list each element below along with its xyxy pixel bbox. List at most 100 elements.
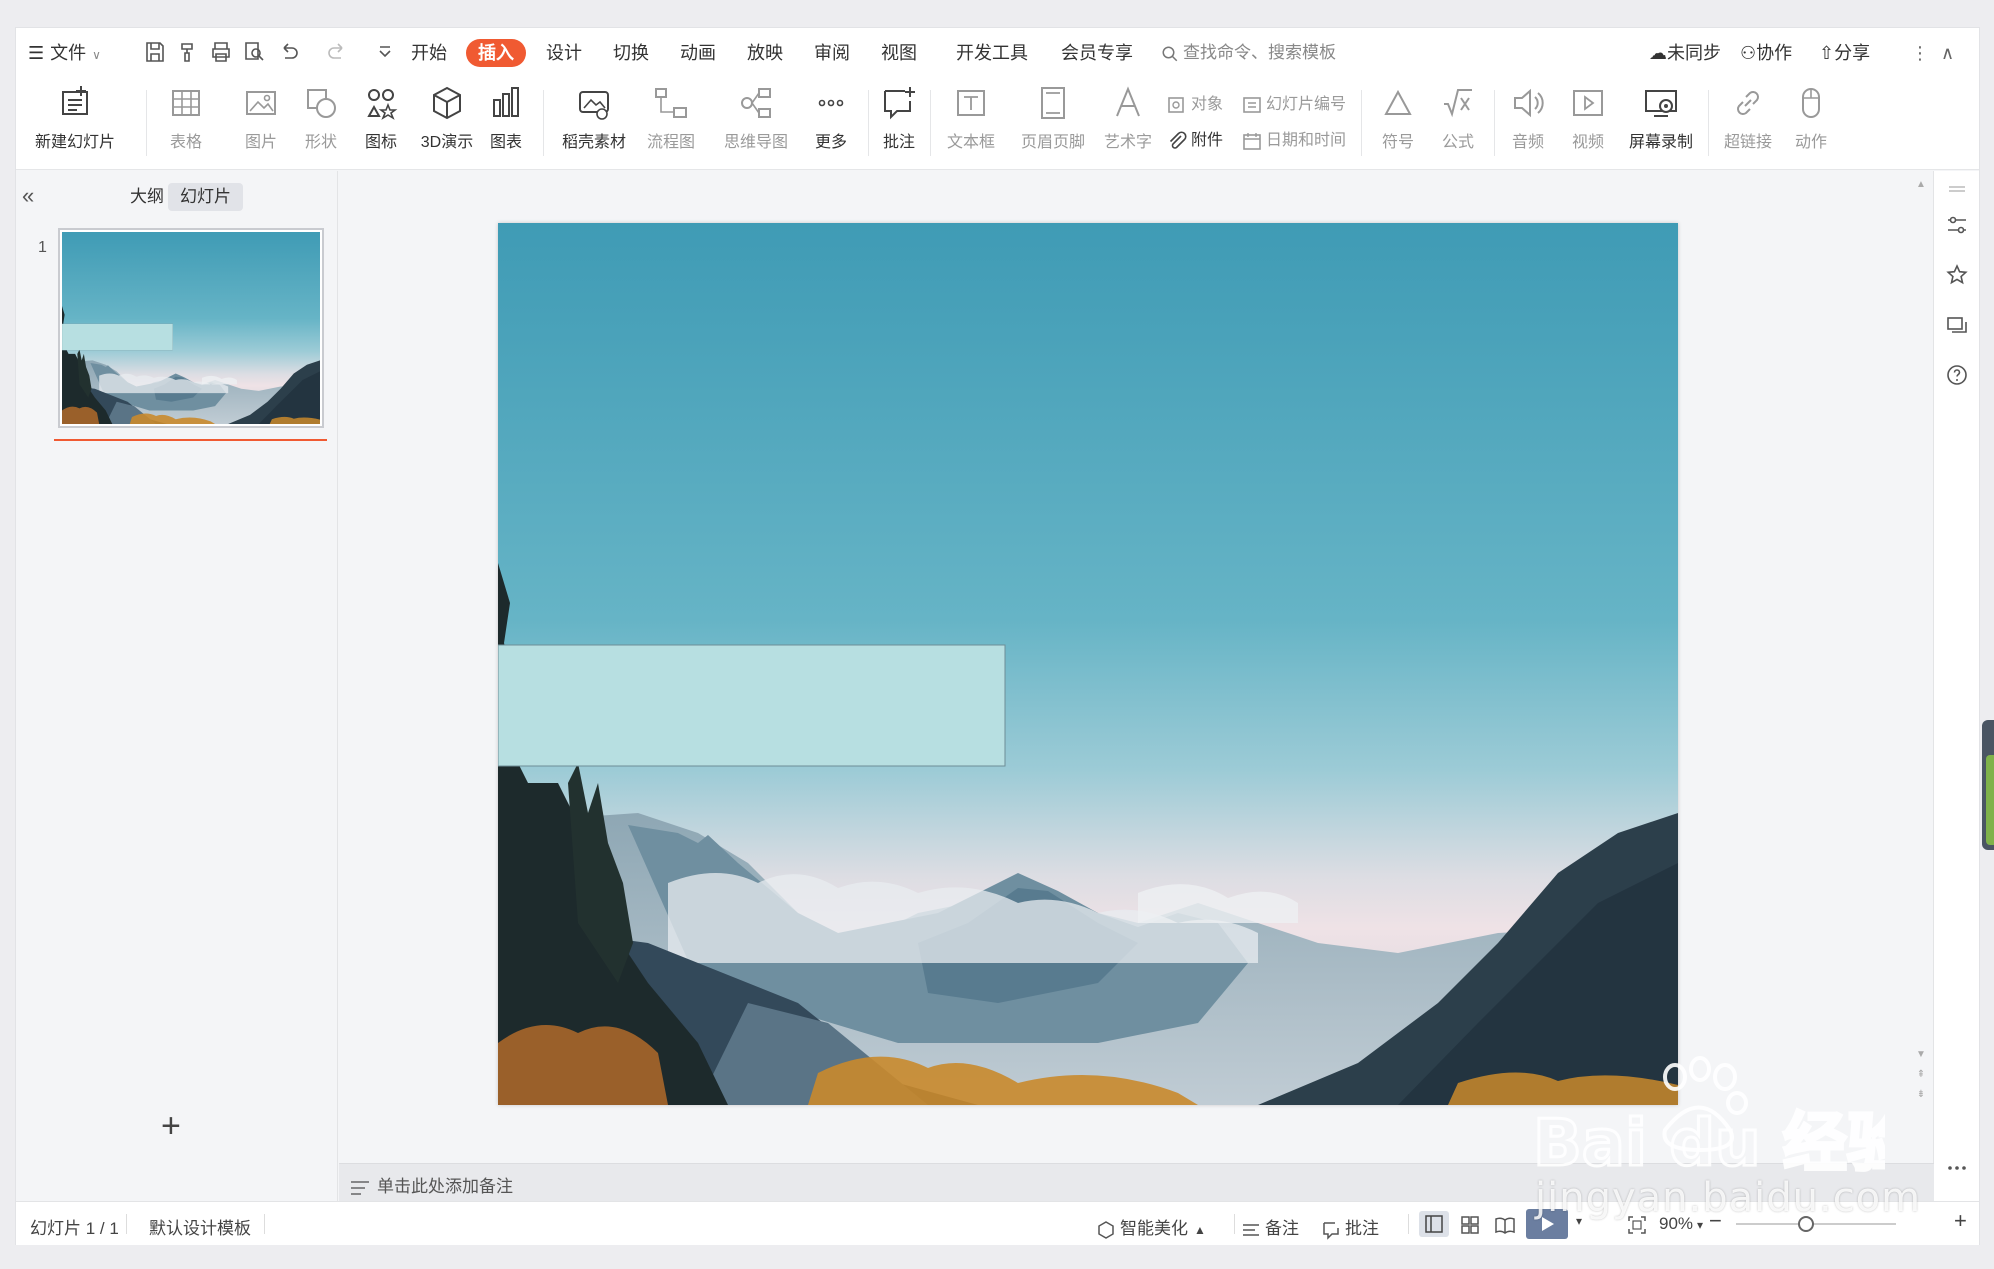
slide-number-icon: [1243, 96, 1261, 113]
slide-sorter-view-icon[interactable]: [1459, 1214, 1485, 1236]
attachment-button[interactable]: 附件: [1166, 126, 1223, 152]
comment-small-icon: [1323, 1221, 1339, 1240]
header-footer-button[interactable]: 页眉页脚: [1013, 84, 1093, 152]
sync-status-button[interactable]: ☁未同步: [1649, 39, 1721, 67]
flowchart-button[interactable]: 流程图: [636, 84, 706, 152]
more-button[interactable]: 更多: [801, 84, 861, 152]
smart-beautify-button[interactable]: 智能美化 ▲: [1096, 1214, 1206, 1240]
comment-button[interactable]: 批注: [874, 84, 924, 152]
scroll-down-icon[interactable]: ▼: [1916, 1049, 1926, 1060]
save-icon[interactable]: [143, 40, 167, 64]
status-bar: 幻灯片 1 / 1 默认设计模板 智能美化 ▲ 备注 批注 ▾ 90% ▾ − +: [16, 1201, 1979, 1245]
tab-view[interactable]: 视图: [881, 39, 917, 67]
collaborate-button[interactable]: ⚇协作: [1740, 39, 1792, 67]
zoom-slider[interactable]: [1736, 1216, 1896, 1232]
tab-transition[interactable]: 切换: [613, 39, 649, 67]
fit-window-icon[interactable]: [1626, 1214, 1652, 1236]
vertical-scrollbar[interactable]: ▲ ▼ ⇞ ⇟: [1916, 179, 1926, 1159]
tab-start[interactable]: 开始: [411, 39, 447, 67]
formula-button[interactable]: 公式: [1428, 84, 1488, 152]
more-options-icon[interactable]: ⋮: [1911, 39, 1929, 67]
next-slide-icon[interactable]: ⇟: [1916, 1089, 1926, 1100]
screen-record-icon: [1642, 84, 1680, 122]
wps-presentation-window: ☰ 文件 ∨ 开始 插入 设计 切换 动画 放映 审阅 视图 开发工具 会员专享 查…: [15, 27, 1980, 1245]
drag-handle-icon[interactable]: [1945, 179, 1969, 203]
action-button[interactable]: 动作: [1781, 84, 1841, 152]
hamburger-icon: ☰: [28, 43, 45, 63]
chart-button[interactable]: 图表: [476, 84, 536, 152]
3d-demo-button[interactable]: 3D演示: [412, 84, 482, 152]
screen-record-button[interactable]: 屏幕录制: [1621, 84, 1701, 152]
add-slide-button[interactable]: +: [161, 1109, 181, 1143]
play-options-icon[interactable]: ▾: [1576, 1214, 1582, 1228]
star-icon[interactable]: [1945, 263, 1969, 287]
normal-view-icon[interactable]: [1419, 1211, 1449, 1237]
symbol-button[interactable]: 符号: [1368, 84, 1428, 152]
reading-view-icon[interactable]: [1494, 1214, 1520, 1236]
tab-review[interactable]: 审阅: [814, 39, 850, 67]
beautify-icon: [1098, 1220, 1114, 1239]
audio-button[interactable]: 音频: [1498, 84, 1558, 152]
more-tools-icon[interactable]: [1945, 1156, 1969, 1180]
help-icon[interactable]: [1945, 363, 1969, 387]
comments-toggle-button[interactable]: 批注: [1321, 1214, 1379, 1240]
undo-icon[interactable]: [276, 40, 300, 64]
prev-slide-icon[interactable]: ⇞: [1916, 1069, 1926, 1080]
notes-placeholder[interactable]: 单击此处添加备注: [349, 1172, 513, 1197]
scroll-up-icon[interactable]: ▲: [1916, 179, 1926, 190]
print-preview-icon[interactable]: [242, 40, 266, 64]
icons-grid-icon: [362, 84, 400, 122]
mindmap-button[interactable]: 思维导图: [716, 84, 796, 152]
tab-slideshow[interactable]: 放映: [747, 39, 783, 67]
new-slide-button[interactable]: 新建幻灯片: [30, 84, 120, 152]
tab-developer[interactable]: 开发工具: [956, 39, 1028, 67]
slide-thumbnail[interactable]: [58, 228, 324, 428]
picture-icon: [242, 84, 280, 122]
slide-index: 1: [38, 239, 47, 256]
redo-icon[interactable]: [326, 40, 350, 64]
tab-insert[interactable]: 插入: [466, 39, 526, 67]
tab-animation[interactable]: 动画: [680, 39, 716, 67]
icon-button[interactable]: 图标: [346, 84, 416, 152]
tab-member[interactable]: 会员专享: [1061, 39, 1133, 67]
quick-access-dropdown-icon[interactable]: [373, 40, 397, 64]
print-icon[interactable]: [209, 40, 233, 64]
slide[interactable]: [498, 223, 1678, 1105]
share-button[interactable]: ⇧分享: [1819, 39, 1870, 67]
tab-slides[interactable]: 幻灯片: [168, 183, 243, 211]
notes-pane[interactable]: 单击此处添加备注: [339, 1163, 1934, 1201]
object-button[interactable]: 对象: [1166, 90, 1223, 116]
properties-icon[interactable]: [1945, 213, 1969, 237]
flowchart-icon: [652, 84, 690, 122]
textbox-icon: [952, 84, 990, 122]
zoom-level[interactable]: 90% ▾: [1659, 1214, 1703, 1234]
mindmap-icon: [737, 84, 775, 122]
play-slideshow-button[interactable]: [1526, 1209, 1568, 1239]
comment-icon: [880, 84, 918, 122]
hyperlink-button[interactable]: 超链接: [1713, 84, 1783, 152]
tab-design[interactable]: 设计: [546, 39, 582, 67]
zoom-out-icon[interactable]: −: [1709, 1208, 1722, 1234]
slide-number-button[interactable]: 幻灯片编号: [1241, 90, 1346, 116]
command-search[interactable]: 查找命令、搜索模板: [1161, 39, 1336, 67]
header-footer-icon: [1034, 84, 1072, 122]
collapse-ribbon-icon[interactable]: ∧: [1941, 39, 1954, 67]
slide-switch-icon[interactable]: [1945, 313, 1969, 337]
calendar-icon: [1243, 132, 1261, 150]
file-menu[interactable]: ☰ 文件 ∨: [28, 39, 101, 67]
zoom-in-icon[interactable]: +: [1954, 1208, 1967, 1234]
wordart-button[interactable]: 艺术字: [1093, 84, 1163, 152]
collapse-panel-icon[interactable]: «: [22, 183, 34, 209]
notes-toggle-button[interactable]: 备注: [1241, 1214, 1299, 1240]
table-button[interactable]: 表格: [151, 84, 221, 152]
video-icon: [1569, 84, 1607, 122]
zoom-slider-knob[interactable]: [1798, 1216, 1815, 1232]
format-painter-icon[interactable]: [176, 40, 200, 64]
date-time-button[interactable]: 日期和时间: [1241, 126, 1346, 152]
textbox-button[interactable]: 文本框: [936, 84, 1006, 152]
chevron-down-icon: ∨: [92, 48, 101, 62]
template-name[interactable]: 默认设计模板: [149, 1214, 251, 1239]
docer-materials-button[interactable]: 稻壳素材: [554, 84, 634, 152]
share-icon: ⇧: [1819, 43, 1835, 63]
video-button[interactable]: 视频: [1558, 84, 1618, 152]
